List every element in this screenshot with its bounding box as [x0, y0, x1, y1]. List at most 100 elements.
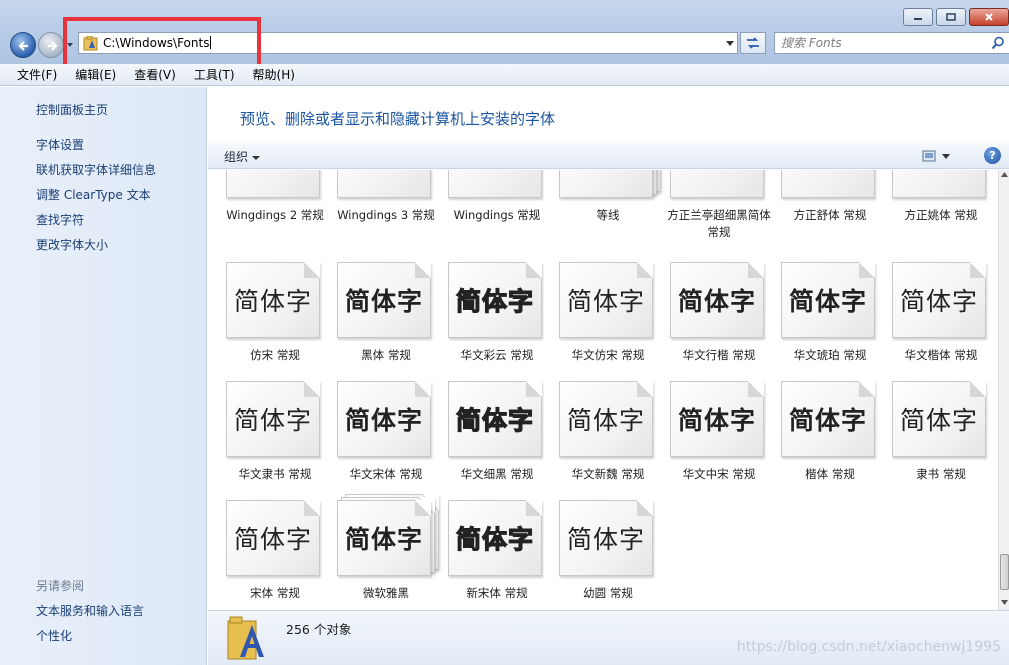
- close-button[interactable]: [969, 8, 1009, 26]
- font-file-sheet: [337, 170, 431, 198]
- font-tile[interactable]: ⇨⇦⇧ Wingdings 3 常规: [319, 170, 435, 240]
- menu-file[interactable]: 文件(F): [8, 66, 66, 83]
- minimize-icon: [914, 18, 922, 20]
- font-tile[interactable]: 简体字 新宋体 常规: [430, 500, 543, 610]
- font-tile[interactable]: 简体字 华文细黑 常规: [430, 381, 543, 499]
- watermark-text: https://blog.csdn.net/xiaochenwj1995: [736, 639, 1001, 655]
- personalization-link[interactable]: 个性化: [36, 628, 144, 653]
- task-links: 字体设置 联机获取字体详细信息 调整 ClearType 文本 查找字符 更改字…: [36, 137, 156, 262]
- control-panel-home-link[interactable]: 控制面板主页: [36, 101, 108, 118]
- font-file-sheet: [892, 170, 986, 198]
- search-box[interactable]: [774, 32, 1009, 54]
- font-preview: 简体字: [781, 381, 876, 459]
- font-name-label: 华文仿宋 常规: [571, 348, 645, 362]
- font-sample-text: 简体字: [566, 406, 645, 435]
- font-sample-text: 简体字: [233, 406, 312, 435]
- font-name-label: 华文楷体 常规: [904, 348, 978, 362]
- font-tile[interactable]: 简体字等线: [541, 170, 661, 240]
- see-also-heading: 另请参阅: [36, 579, 85, 593]
- font-tile[interactable]: 简体字 微软雅黑: [319, 494, 439, 610]
- font-file-sheet: [226, 170, 320, 198]
- font-name-label: 华文行楷 常规: [682, 348, 756, 362]
- font-tile[interactable]: 简体字 华文琥珀 常规: [763, 262, 875, 380]
- font-tile[interactable]: 简体字华文宋体 常规: [319, 381, 432, 499]
- fonts-folder-icon: [227, 616, 264, 660]
- font-tile[interactable]: 简体字 隶书 常规: [874, 381, 987, 499]
- font-tile[interactable]: 简体字 华文楷体 常规: [874, 262, 986, 380]
- font-preview: ❀✿❄: [448, 170, 543, 200]
- font-tile[interactable]: 简体字华文隶书 常规: [208, 381, 320, 499]
- font-name-label: 等线: [596, 208, 620, 222]
- font-tile[interactable]: 简体字 楷体 常规: [763, 381, 876, 499]
- minimize-button[interactable]: [903, 8, 933, 26]
- font-name-label: 宋体 常规: [250, 586, 300, 600]
- font-name-label: 华文隶书 常规: [238, 467, 312, 481]
- font-sample-text: 简体字: [788, 287, 867, 316]
- font-preview: 简体字: [337, 381, 432, 459]
- red-highlight-box: [63, 17, 261, 69]
- font-tile[interactable]: 简体字方正舒体 常规: [763, 170, 875, 240]
- refresh-button[interactable]: [740, 32, 766, 54]
- adjust-cleartype-link[interactable]: 调整 ClearType 文本: [36, 187, 156, 212]
- text-services-link[interactable]: 文本服务和输入语言: [36, 603, 144, 628]
- font-settings-link[interactable]: 字体设置: [36, 137, 156, 162]
- search-icon[interactable]: [991, 36, 1005, 50]
- font-grid: ♋♏♐ Wingdings 2 常规 ⇨⇦⇧ Wingdings 3 常规 ❀✿❄ Win…: [208, 170, 998, 610]
- get-font-info-online-link[interactable]: 联机获取字体详细信息: [36, 162, 156, 187]
- back-button[interactable]: [10, 32, 36, 58]
- font-tile[interactable]: 简体字 宋体 常规: [208, 500, 320, 610]
- font-tile[interactable]: 简体字 华文仿宋 常规: [541, 262, 653, 380]
- font-tile[interactable]: 简体字 黑体 常规: [319, 262, 431, 380]
- scroll-thumb[interactable]: [1000, 554, 1009, 590]
- font-sample-text: 简体字: [233, 287, 312, 316]
- see-also-links: 文本服务和输入语言 个性化: [36, 603, 144, 653]
- chevron-down-icon[interactable]: [725, 39, 735, 47]
- font-sample-text: 简体字: [899, 406, 978, 435]
- font-tile[interactable]: ♋♏♐ Wingdings 2 常规: [208, 170, 324, 240]
- vertical-scrollbar[interactable]: [998, 170, 1009, 610]
- font-tile[interactable]: 简体字华文行楷 常规: [652, 262, 765, 380]
- help-button[interactable]: ?: [984, 147, 1001, 164]
- font-tile[interactable]: 简体字 华文新魏 常规: [541, 381, 653, 499]
- scroll-down-icon[interactable]: [1001, 600, 1008, 605]
- font-sample-text: 简体字: [455, 406, 534, 435]
- menu-view[interactable]: 查看(V): [125, 66, 185, 83]
- search-input[interactable]: [781, 35, 981, 51]
- change-font-size-link[interactable]: 更改字体大小: [36, 237, 156, 262]
- font-tile[interactable]: 简体字方正兰亭超细黑简体 常规: [652, 170, 771, 240]
- change-view-icon[interactable]: [922, 149, 952, 163]
- font-name-label: Wingdings 常规: [453, 208, 541, 222]
- font-tile[interactable]: 简体字方正姚体 常规: [874, 170, 986, 240]
- font-tile[interactable]: 简体字 华文中宋 常规: [652, 381, 764, 499]
- font-name-label: 楷体 常规: [805, 467, 855, 481]
- font-tile[interactable]: 简体字 仿宋 常规: [208, 262, 320, 380]
- font-sample-text: 简体字: [677, 287, 756, 316]
- organize-label: 组织: [224, 150, 249, 164]
- font-tile[interactable]: 简体字华文彩云 常规: [430, 262, 542, 380]
- font-sample-text: 简体字: [344, 287, 423, 316]
- find-character-link[interactable]: 查找字符: [36, 212, 156, 237]
- forward-button[interactable]: [38, 32, 64, 58]
- font-preview: 简体字: [448, 381, 543, 459]
- font-tile[interactable]: ❀✿❄ Wingdings 常规: [430, 170, 543, 240]
- scroll-up-icon[interactable]: [1001, 172, 1008, 177]
- font-name-label: 隶书 常规: [916, 467, 966, 481]
- font-name-label: 方正舒体 常规: [793, 208, 867, 222]
- font-preview: 简体字: [892, 381, 987, 459]
- close-icon: [985, 13, 993, 21]
- chevron-down-icon: [251, 156, 260, 160]
- font-preview: 简体字: [670, 262, 765, 340]
- font-preview: 简体字: [448, 500, 543, 578]
- font-tile[interactable]: 简体字 幼圆 常规: [541, 500, 653, 610]
- font-name-label: 幼圆 常规: [583, 586, 633, 600]
- font-sample-text: 简体字: [455, 287, 534, 316]
- font-name-label: 仿宋 常规: [250, 348, 300, 362]
- menu-tools[interactable]: 工具(T): [185, 66, 244, 83]
- menu-help[interactable]: 帮助(H): [244, 66, 304, 83]
- font-name-label: 华文彩云 常规: [460, 348, 534, 362]
- menu-edit[interactable]: 编辑(E): [66, 66, 125, 83]
- font-preview: ♋♏♐: [226, 170, 321, 200]
- organize-button[interactable]: 组织: [224, 148, 260, 165]
- maximize-button[interactable]: [936, 8, 966, 26]
- font-name-label: 华文宋体 常规: [349, 467, 423, 481]
